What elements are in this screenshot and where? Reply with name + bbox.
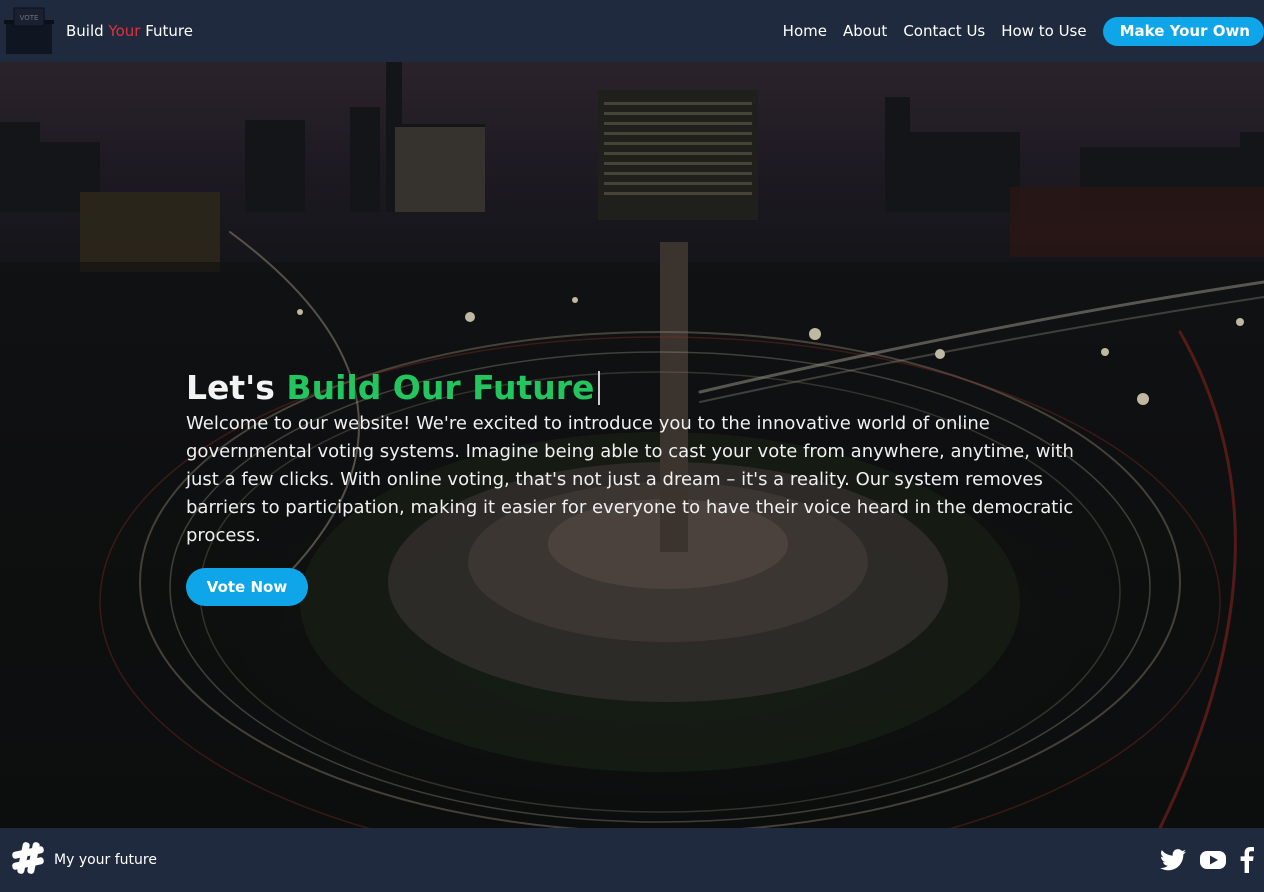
main-nav: Home About Contact Us How to Use Make Yo… [783, 0, 1264, 62]
hero-content: Let's Build Our Future Welcome to our we… [186, 366, 1096, 606]
facebook-icon[interactable] [1240, 847, 1254, 873]
make-your-own-button[interactable]: Make Your Own [1102, 16, 1264, 46]
headline-prefix: Let's [186, 368, 287, 407]
footer: My your future [0, 828, 1264, 892]
headline-highlight: Build Our Future [286, 368, 595, 407]
social-links [1146, 847, 1254, 873]
twitter-icon[interactable] [1160, 849, 1186, 871]
brand[interactable]: VOTE Build Your Future [4, 0, 193, 62]
typing-cursor [598, 371, 601, 405]
nav-home[interactable]: Home [783, 22, 827, 40]
brand-name: Build Your Future [66, 22, 193, 40]
hashtag-icon [10, 840, 46, 880]
nav-contact-us[interactable]: Contact Us [903, 22, 985, 40]
nav-about[interactable]: About [843, 22, 887, 40]
hero-intro-text: Welcome to our website! We're excited to… [186, 413, 1074, 546]
top-navbar: VOTE Build Your Future Home About Contac… [0, 0, 1264, 62]
ballot-box-icon: VOTE [4, 6, 54, 56]
vote-now-button[interactable]: Vote Now [186, 568, 308, 606]
footer-brand: My your future [10, 840, 157, 880]
nav-how-to-use[interactable]: How to Use [1001, 22, 1086, 40]
hero-headline: Let's Build Our Future [186, 366, 1096, 410]
svg-text:VOTE: VOTE [20, 14, 39, 22]
footer-text: My your future [54, 852, 157, 868]
hero-section: Let's Build Our Future Welcome to our we… [0, 62, 1264, 828]
youtube-icon[interactable] [1200, 850, 1226, 870]
